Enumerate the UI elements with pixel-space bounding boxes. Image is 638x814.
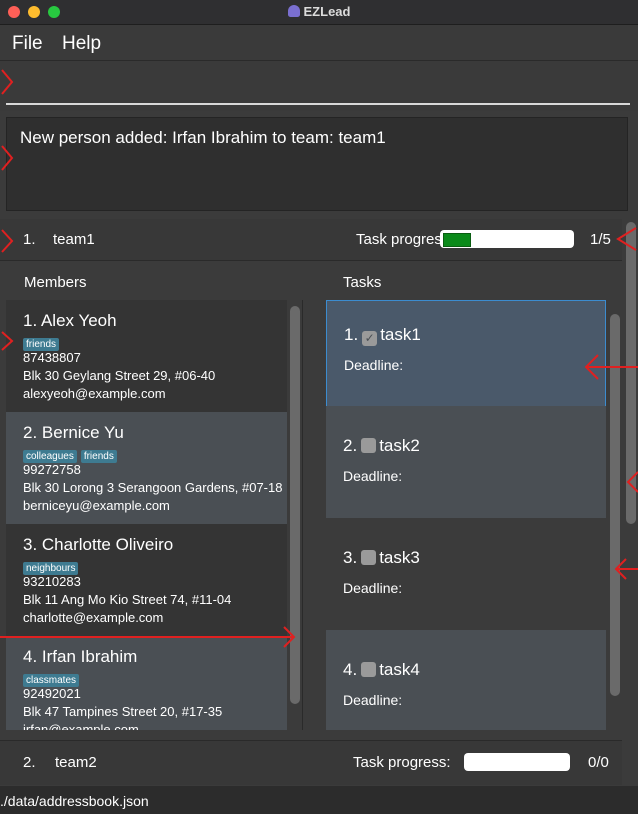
arrow-annotation <box>1 331 14 351</box>
arrow-annotation <box>1 145 14 171</box>
arrow-annotation <box>1 229 14 253</box>
arrow-annotation <box>626 471 638 493</box>
annotation-arrows <box>0 69 638 648</box>
arrow-annotation <box>616 227 637 251</box>
arrow-annotation <box>1 69 14 95</box>
